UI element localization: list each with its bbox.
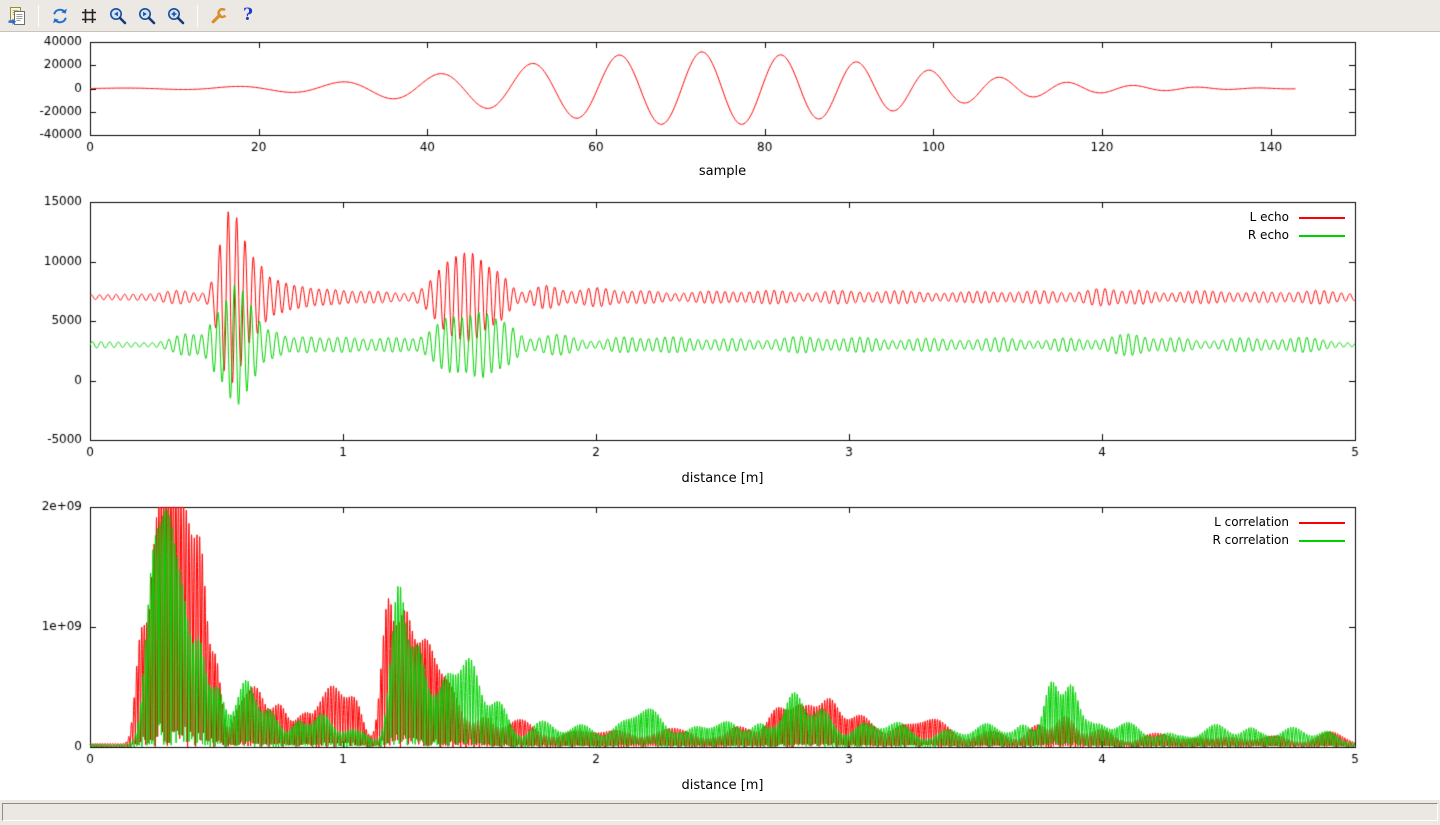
pulse-chart: sample — [0, 36, 1440, 195]
legend-line-r-correlation — [1299, 540, 1345, 542]
zoom-next-icon — [137, 6, 157, 26]
correlation-chart-xlabel: distance [m] — [90, 778, 1355, 793]
status-bar — [0, 800, 1440, 825]
legend-entry: R echo — [1248, 229, 1345, 242]
legend-label-l-echo: L echo — [1250, 211, 1289, 224]
help-button[interactable]: ? — [235, 3, 261, 29]
toggle-grid-button[interactable] — [76, 3, 102, 29]
help-icon: ? — [243, 7, 253, 24]
toolbar-separator — [38, 5, 39, 27]
autoscale-button[interactable] — [163, 3, 189, 29]
legend-line-r-echo — [1299, 235, 1345, 237]
legend-line-l-echo — [1299, 217, 1345, 219]
echo-chart: L echo R echo distance [m] — [0, 195, 1440, 495]
pulse-chart-canvas[interactable] — [0, 36, 1440, 161]
toolbar: ? — [0, 0, 1440, 32]
echo-chart-canvas[interactable] — [0, 195, 1440, 467]
status-text — [2, 803, 1438, 821]
autoscale-icon — [166, 6, 186, 26]
zoom-next-button[interactable] — [134, 3, 160, 29]
legend-label-r-echo: R echo — [1248, 229, 1289, 242]
plot-area: sample L echo R echo distance [m] L corr… — [0, 32, 1440, 800]
pulse-chart-xlabel: sample — [90, 164, 1355, 179]
echo-legend: L echo R echo — [1248, 211, 1345, 242]
correlation-legend: L correlation R correlation — [1212, 516, 1345, 547]
zoom-previous-icon — [108, 6, 128, 26]
correlation-chart: L correlation R correlation distance [m] — [0, 500, 1440, 800]
legend-entry: R correlation — [1212, 534, 1345, 547]
legend-line-l-correlation — [1299, 522, 1345, 524]
zoom-previous-button[interactable] — [105, 3, 131, 29]
legend-label-r-correlation: R correlation — [1212, 534, 1289, 547]
copy-to-clipboard-icon — [7, 6, 27, 26]
replot-button[interactable] — [47, 3, 73, 29]
legend-label-l-correlation: L correlation — [1214, 516, 1289, 529]
wrench-icon — [209, 6, 229, 26]
copy-to-clipboard-button[interactable] — [4, 3, 30, 29]
replot-icon — [50, 6, 70, 26]
echo-chart-xlabel: distance [m] — [90, 471, 1355, 486]
configure-button[interactable] — [206, 3, 232, 29]
toolbar-separator — [197, 5, 198, 27]
grid-icon — [79, 6, 99, 26]
legend-entry: L echo — [1250, 211, 1345, 224]
legend-entry: L correlation — [1214, 516, 1345, 529]
